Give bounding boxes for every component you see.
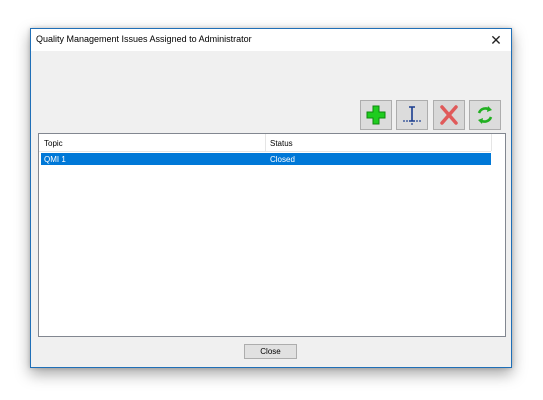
green-refresh-icon [477, 106, 493, 124]
column-divider[interactable] [265, 134, 266, 151]
window-title: Quality Management Issues Assigned to Ad… [36, 34, 252, 44]
list-header: Topic Status [39, 134, 492, 152]
column-header-status[interactable]: Status [270, 139, 293, 148]
edit-button[interactable] [396, 100, 428, 130]
close-button[interactable]: Close [244, 344, 297, 359]
dialog-window: Quality Management Issues Assigned to Ad… [30, 28, 512, 368]
title-bar[interactable]: Quality Management Issues Assigned to Ad… [31, 29, 511, 51]
refresh-button[interactable] [469, 100, 501, 130]
issues-list[interactable]: Topic Status QMI 1 Closed [38, 133, 506, 337]
delete-button[interactable] [433, 100, 465, 130]
red-x-icon [440, 105, 458, 125]
green-plus-icon [366, 105, 386, 125]
cell-topic: QMI 1 [44, 155, 66, 164]
close-icon[interactable]: ✕ [487, 31, 505, 49]
text-cursor-icon [403, 106, 421, 125]
add-button[interactable] [360, 100, 392, 130]
list-item[interactable]: QMI 1 Closed [41, 153, 491, 165]
column-divider[interactable] [491, 134, 492, 151]
column-header-topic[interactable]: Topic [44, 139, 63, 148]
cell-status: Closed [270, 155, 295, 164]
